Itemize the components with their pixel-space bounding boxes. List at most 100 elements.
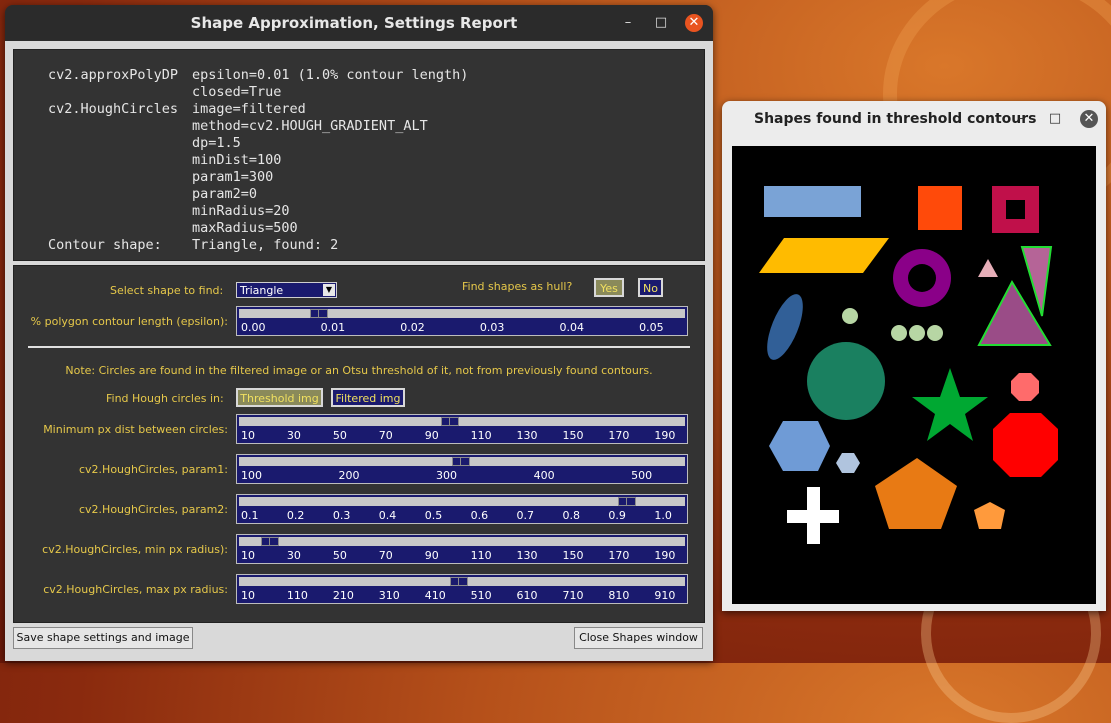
slider-label: % polygon contour length (epsilon): (30, 315, 228, 328)
shapes-image (732, 146, 1096, 604)
chevron-down-icon[interactable]: ▼ (323, 284, 335, 296)
slider-tick-label: 0.2 (286, 509, 305, 522)
slider-tick-label: 0.05 (639, 321, 664, 334)
slider-tick-label: 400 (533, 469, 555, 482)
slider-track[interactable] (239, 417, 685, 426)
settings-window: Shape Approximation, Settings Report – □… (5, 5, 713, 661)
slider-tick-label: 0.01 (320, 321, 346, 334)
minimize-button[interactable]: – (1013, 110, 1031, 128)
hull-label: Find shapes as hull? (462, 280, 573, 293)
window-title: Shapes found in threshold contours (754, 111, 1037, 127)
slider-thumb[interactable] (310, 309, 328, 318)
slider-track[interactable] (239, 309, 685, 318)
slider[interactable]: 0.1 0.2 0.3 0.4 0.5 0.6 0.7 0.8 0.9 1.0 (236, 494, 688, 524)
slider-tick-label: 190 (654, 429, 676, 442)
report-key: cv2.HoughCircles (48, 101, 179, 117)
slider-tick-label: 1.0 (654, 509, 672, 522)
slider-tick-label: 130 (516, 429, 538, 442)
slider-tick-label: 810 (608, 589, 630, 602)
small-green-circle (842, 308, 858, 324)
hull-no-button[interactable]: No (638, 278, 663, 297)
report-value: image=filtered (192, 101, 306, 117)
slider[interactable]: 0.00 0.01 0.02 0.03 0.04 0.05 (236, 306, 688, 336)
slider-thumb[interactable] (449, 577, 468, 586)
slider-tick-label: 90 (424, 549, 439, 562)
green-star (912, 368, 988, 441)
slider-tick-label: 0.5 (424, 509, 443, 522)
save-settings-button[interactable]: Save shape settings and image (13, 627, 193, 649)
slider-tick-label: 310 (378, 589, 400, 602)
slider-tick-label: 170 (608, 429, 630, 442)
blue-rectangle (764, 186, 861, 217)
hough-source-label: Find Hough circles in: (106, 392, 224, 405)
small-blue-hexagon (836, 453, 860, 473)
slider-thumb[interactable] (261, 537, 280, 546)
close-button[interactable]: ✕ (1080, 110, 1098, 128)
title-bar[interactable]: Shape Approximation, Settings Report – □… (5, 5, 713, 41)
shapes-drawing (759, 186, 1058, 544)
blue-hexagon (769, 421, 830, 471)
slider-tick-label: 0.03 (479, 321, 505, 334)
red-octagon (993, 413, 1058, 477)
slider-label: Minimum px dist between circles: (43, 423, 228, 436)
close-shapes-button[interactable]: Close Shapes window (574, 627, 703, 649)
select-shape-label: Select shape to find: (110, 284, 224, 297)
slider-tick-label: 0.9 (608, 509, 626, 522)
shape-select-value: Triangle (240, 284, 284, 297)
slider-label: cv2.HoughCircles, param1: (79, 463, 228, 476)
slider-tick-label: 0.00 (241, 321, 266, 334)
slider-tick-label: 150 (562, 429, 584, 442)
slider-thumb[interactable] (617, 497, 636, 506)
small-orange-pentagon (974, 502, 1005, 529)
shape-select[interactable]: Triangle ▼ (236, 282, 337, 298)
slider-tick-label: 30 (286, 429, 301, 442)
slider[interactable]: 10 110 210 310 410 510 610 710 810 910 (236, 574, 688, 604)
slider-thumb[interactable] (440, 417, 459, 426)
small-green-circle (927, 325, 943, 341)
minimize-button[interactable]: – (619, 14, 637, 32)
hull-yes-button[interactable]: Yes (594, 278, 624, 297)
slider-tick-label: 500 (631, 469, 653, 482)
slider-tick-label: 130 (516, 549, 538, 562)
filtered-img-button[interactable]: Filtered img (331, 388, 405, 407)
slider-tick-label: 0.4 (378, 509, 397, 522)
slider[interactable]: 10 30 50 70 90 110 130 150 170 190 (236, 414, 688, 444)
settings-report: cv2.approxPolyDP epsilon=0.01 (1.0% conto… (13, 49, 705, 261)
yellow-parallelogram (759, 238, 889, 273)
report-value: minDist=100 (192, 152, 282, 168)
slider-tick-label: 0.3 (332, 509, 351, 522)
small-green-circle (891, 325, 907, 341)
slider-tick-label: 170 (608, 549, 630, 562)
report-key: Contour shape: (48, 237, 162, 253)
maximize-button[interactable]: □ (1046, 110, 1064, 128)
slider-tick-label: 910 (654, 589, 676, 602)
slider-tick-label: 0.02 (400, 321, 425, 334)
slider-tick-label: 0.6 (470, 509, 489, 522)
controls-panel: Select shape to find: Triangle ▼ Find sh… (13, 265, 705, 623)
slider-tick-label: 30 (286, 549, 301, 562)
slider-tick-label: 150 (562, 549, 584, 562)
slider-tick-label: 0.1 (241, 509, 259, 522)
divider (28, 346, 690, 348)
slider-label: cv2.HoughCircles, param2: (79, 503, 228, 516)
slider-track[interactable] (239, 537, 685, 546)
slider-tick-label: 510 (470, 589, 492, 602)
white-cross (787, 487, 839, 544)
slider-tick-label: 70 (378, 549, 393, 562)
slider-tick-label: 70 (378, 429, 393, 442)
slider-tick-label: 0.7 (516, 509, 535, 522)
orange-square (918, 186, 962, 230)
slider-tick-label: 110 (470, 429, 492, 442)
slider-tick-label: 0.8 (562, 509, 580, 522)
slider-thumb[interactable] (452, 457, 470, 466)
small-red-octagon (1011, 373, 1039, 401)
threshold-img-button[interactable]: Threshold img (236, 388, 323, 407)
close-button[interactable]: ✕ (685, 14, 703, 32)
slider[interactable]: 100 200 300 400 500 (236, 454, 688, 484)
window-client: cv2.approxPolyDP epsilon=0.01 (1.0% conto… (5, 41, 713, 661)
title-bar[interactable]: Shapes found in threshold contours – □ ✕ (722, 101, 1106, 137)
teal-circle (807, 342, 885, 420)
slider-tick-label: 10 (241, 589, 255, 602)
slider[interactable]: 10 30 50 70 90 110 130 150 170 190 (236, 534, 688, 564)
maximize-button[interactable]: □ (652, 14, 670, 32)
